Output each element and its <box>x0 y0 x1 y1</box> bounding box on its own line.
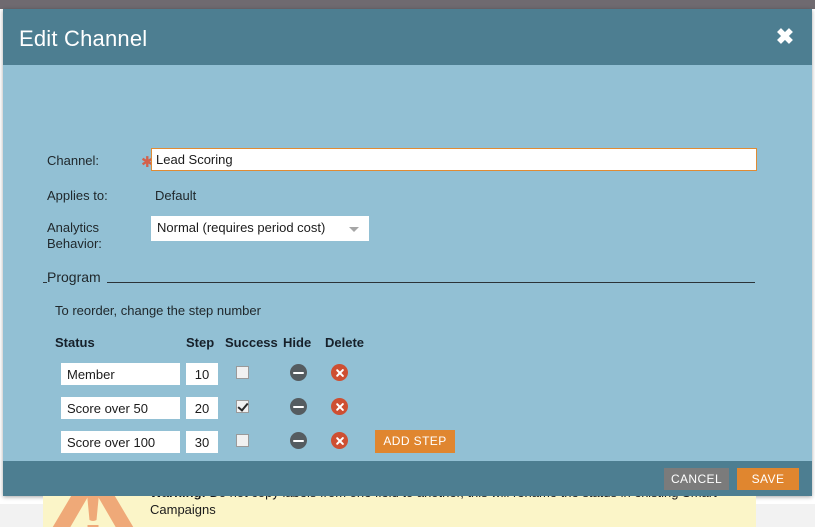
applies-to-label: Applies to: <box>47 188 108 203</box>
program-section-legend: Program <box>47 269 107 285</box>
status-name-input[interactable] <box>61 397 180 419</box>
applies-to-value: Default <box>155 188 197 203</box>
dialog-footer: CANCEL SAVE <box>3 461 812 496</box>
analytics-behavior-label-line1: Analytics <box>47 220 100 235</box>
dialog-titlebar: Edit Channel ✖ <box>3 9 812 65</box>
program-section-divider <box>43 282 755 283</box>
dialog-title: Edit Channel <box>19 26 148 51</box>
close-icon[interactable]: ✖ <box>774 26 796 49</box>
save-button[interactable]: SAVE <box>737 468 799 490</box>
success-checkbox[interactable] <box>236 366 249 379</box>
add-step-button[interactable]: ADD STEP <box>375 430 455 453</box>
success-checkbox[interactable] <box>236 434 249 447</box>
hide-step-button[interactable] <box>290 398 307 415</box>
channel-label: Channel: <box>47 153 100 168</box>
reorder-hint-text: To reorder, change the step number <box>55 303 261 318</box>
column-header-step: Step <box>186 335 215 350</box>
delete-step-button[interactable] <box>331 364 348 381</box>
delete-step-button[interactable] <box>331 398 348 415</box>
minus-circle-icon <box>290 432 307 449</box>
analytics-behavior-selected-value: Normal (requires period cost) <box>157 220 326 235</box>
analytics-behavior-select[interactable]: Normal (requires period cost) <box>151 216 369 241</box>
delete-step-button[interactable] <box>331 432 348 449</box>
success-checkbox-cell <box>236 400 250 414</box>
analytics-behavior-label-line2: Behavior: <box>47 236 102 251</box>
minus-circle-icon <box>290 398 307 415</box>
success-checkbox-cell <box>236 366 250 380</box>
status-name-input[interactable] <box>61 363 180 385</box>
success-checkbox[interactable] <box>236 400 249 413</box>
step-number-input[interactable] <box>186 397 218 419</box>
minus-circle-icon <box>290 364 307 381</box>
column-header-success: Success <box>225 335 278 350</box>
x-circle-icon <box>331 398 348 415</box>
dialog-body: Channel: ✱ Applies to: Default Analytics… <box>3 65 812 527</box>
column-header-hide: Hide <box>283 335 312 350</box>
step-number-input[interactable] <box>186 363 218 385</box>
hide-step-button[interactable] <box>290 432 307 449</box>
step-number-input[interactable] <box>186 431 218 453</box>
hide-step-button[interactable] <box>290 364 307 381</box>
status-name-input[interactable] <box>61 431 180 453</box>
cancel-button[interactable]: CANCEL <box>664 468 729 490</box>
success-checkbox-cell <box>236 434 250 448</box>
x-circle-icon <box>331 364 348 381</box>
column-header-status: Status <box>55 335 95 350</box>
background-app-toolbar <box>0 0 815 9</box>
channel-name-input[interactable] <box>151 148 757 171</box>
x-circle-icon <box>331 432 348 449</box>
chevron-down-icon <box>349 227 359 232</box>
edit-channel-dialog: Edit Channel ✖ Channel: ✱ Applies to: De… <box>3 9 812 527</box>
column-header-delete: Delete <box>325 335 365 350</box>
